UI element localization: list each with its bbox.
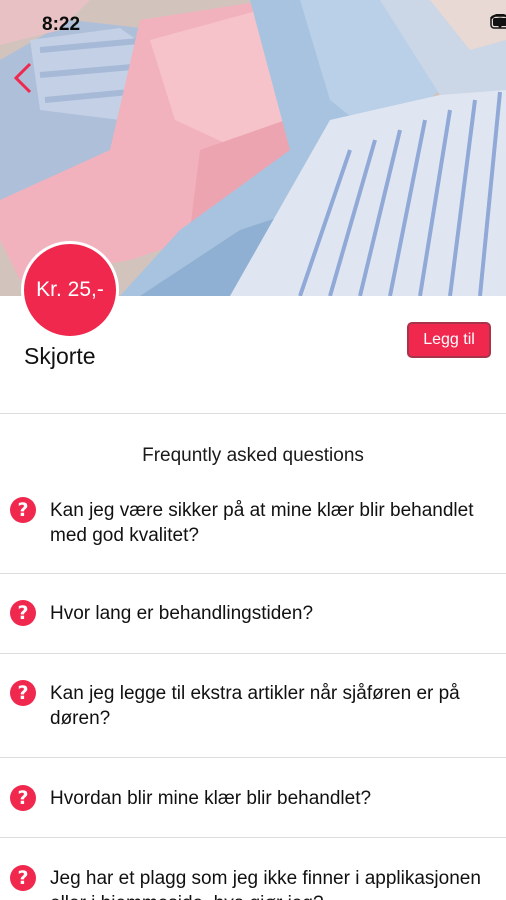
status-bar: 8:22 [0,0,506,48]
question-icon: ? [10,497,36,523]
faq-question: Kan jeg legge til ekstra artikler når sj… [50,683,460,729]
faq-question: Hvor lang er behandlingstiden? [50,603,314,624]
divider [0,413,506,414]
faq-heading: Frequntly asked questions [142,445,364,466]
faq-item[interactable]: ? Kan jeg være sikker på at mine klær bl… [0,495,506,573]
question-icon: ? [10,785,36,811]
back-chevron-icon [13,62,32,94]
product-title: Skjorte [24,343,96,369]
faq-item[interactable]: ? Hvordan blir mine klær blir behandlet? [0,783,506,837]
faq-question: Hvordan blir mine klær blir behandlet? [50,788,372,809]
divider [0,573,506,574]
question-icon: ? [10,600,36,626]
price-badge: Kr. 25,- [21,241,119,339]
divider [0,757,506,758]
battery-icon [490,15,506,29]
faq-question: Jeg har et plagg som jeg ikke finner i a… [50,868,481,900]
question-icon: ? [10,865,36,891]
faq-item[interactable]: ? Hvor lang er behandlingstiden? [0,598,506,653]
faq-question: Kan jeg være sikker på at mine klær blir… [50,500,474,546]
back-button[interactable] [6,58,36,98]
status-time: 8:22 [42,14,81,35]
question-icon: ? [10,680,36,706]
divider [0,653,506,654]
faq-item[interactable]: ? Kan jeg legge til ekstra artikler når … [0,678,506,757]
divider [0,837,506,838]
faq-item[interactable]: ? Jeg har et plagg som jeg ikke finner i… [0,863,506,900]
add-to-cart-button[interactable]: Legg til [407,322,491,358]
